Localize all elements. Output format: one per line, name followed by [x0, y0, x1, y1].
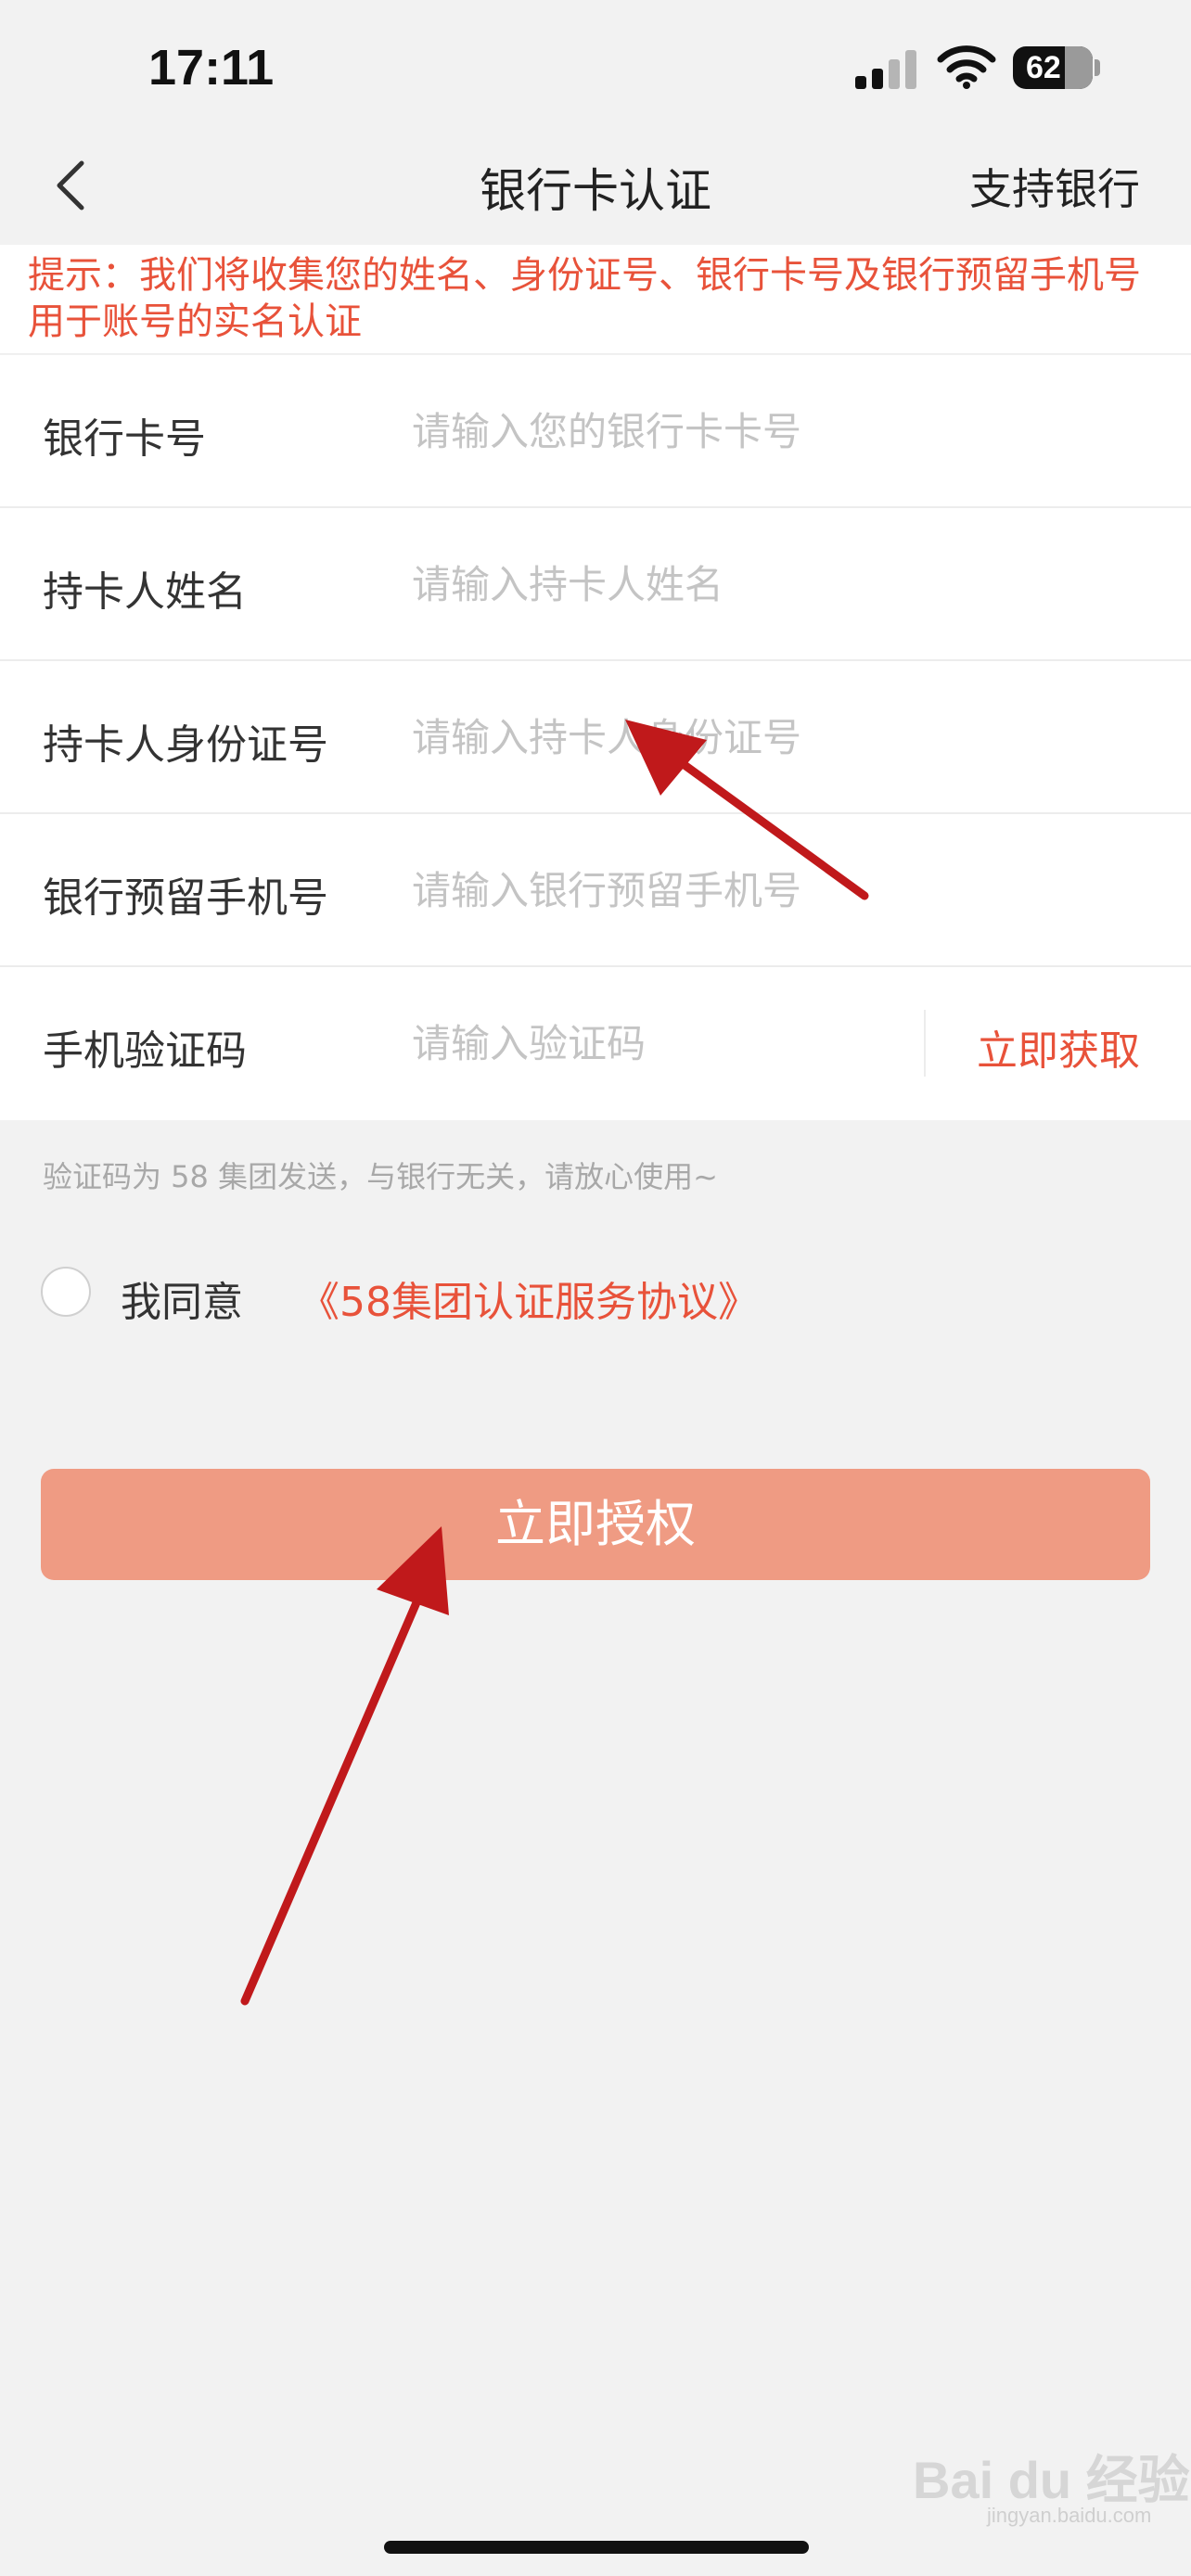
agreement-row: 我同意 《58集团认证服务协议》 — [41, 1263, 1061, 1326]
verification-code-label: 手机验证码 — [43, 1027, 247, 1075]
battery-tip — [1095, 59, 1100, 76]
card-number-label: 银行卡号 — [43, 415, 206, 463]
cardholder-name-input[interactable] — [412, 555, 1117, 614]
verification-code-input[interactable] — [412, 1014, 894, 1073]
agreement-link[interactable]: 《58集团认证服务协议》 — [299, 1269, 759, 1328]
nav-bar: 银行卡认证 支持银行 — [0, 139, 1191, 245]
bank-card-form: 银行卡号 持卡人姓名 持卡人身份证号 银行预留手机号 手机验证码 立即获取 — [0, 355, 1191, 1120]
verification-hint: 验证码为 58 集团发送，与银行无关，请放心使用~ — [43, 1159, 718, 1194]
battery-level: 62 — [1026, 50, 1061, 85]
card-number-row: 银行卡号 — [0, 355, 1191, 508]
id-number-row: 持卡人身份证号 — [0, 661, 1191, 814]
arrow-icon — [240, 1526, 449, 2006]
agreement-checkbox[interactable] — [41, 1267, 91, 1317]
phone-label: 银行预留手机号 — [43, 874, 328, 922]
id-number-input[interactable] — [412, 708, 1117, 767]
supported-banks-link[interactable]: 支持银行 — [969, 156, 1140, 217]
verification-code-row: 手机验证码 立即获取 — [0, 967, 1191, 1120]
signal-icon — [855, 50, 916, 89]
cardholder-name-label: 持卡人姓名 — [43, 568, 247, 616]
phone-input[interactable] — [412, 861, 1117, 920]
status-bar: 17:11 62 — [0, 0, 1191, 139]
id-number-label: 持卡人身份证号 — [43, 721, 328, 769]
phone-row: 银行预留手机号 — [0, 814, 1191, 967]
battery-icon: 62 — [1013, 46, 1093, 89]
authorize-button[interactable]: 立即授权 — [41, 1469, 1150, 1580]
get-code-button[interactable]: 立即获取 — [977, 1017, 1140, 1077]
watermark-text: Bai du 经验 — [913, 2451, 1190, 2509]
agreement-text: 我同意 — [121, 1279, 243, 1326]
wifi-icon — [937, 45, 996, 89]
divider — [924, 1010, 926, 1077]
card-number-input[interactable] — [412, 402, 1117, 461]
home-indicator[interactable] — [384, 2541, 809, 2554]
cardholder-name-row: 持卡人姓名 — [0, 508, 1191, 661]
watermark-sub: jingyan.baidu.com — [987, 2504, 1152, 2527]
privacy-notice: 提示：我们将收集您的姓名、身份证号、银行卡号及银行预留手机号用于账号的实名认证 — [0, 245, 1191, 354]
baidu-watermark: Bai du 经验 jingyan.baidu.com — [913, 2439, 1190, 2527]
status-time: 17:11 — [148, 40, 275, 96]
